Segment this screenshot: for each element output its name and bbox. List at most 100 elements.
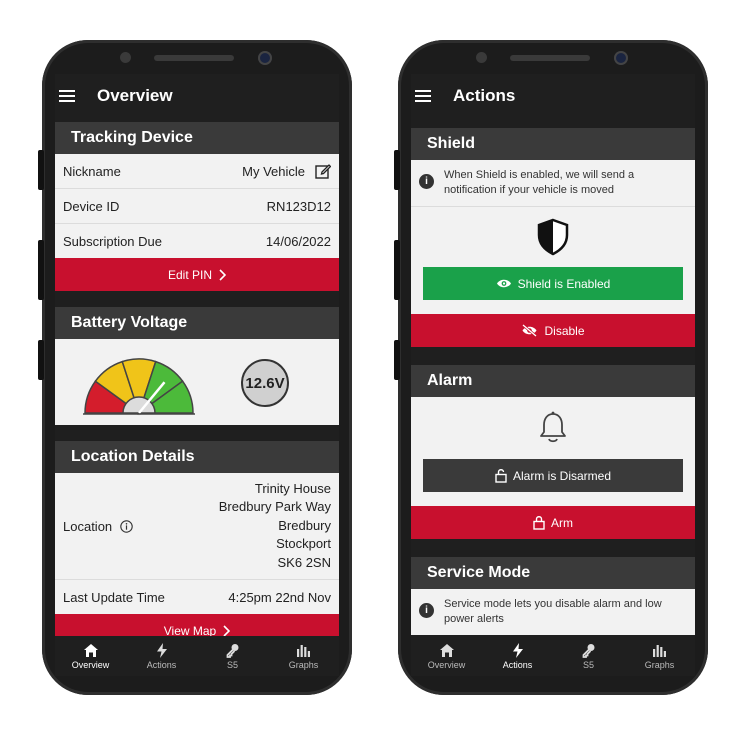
battery-panel: 12.6V xyxy=(55,339,339,425)
shield-card: Shield i When Shield is enabled, we will… xyxy=(411,128,695,347)
nav-label: S5 xyxy=(226,659,238,670)
shield-info-text: When Shield is enabled, we will send a n… xyxy=(444,169,635,196)
nav-label: Overview xyxy=(427,659,466,670)
volume-down-button xyxy=(394,240,400,300)
bar-chart-icon xyxy=(653,644,666,657)
shield-info: i When Shield is enabled, we will send a… xyxy=(411,160,695,207)
address-line: Bredbury Park Way xyxy=(218,499,331,515)
phone-actions: Actions Shield i When Shield is enabled,… xyxy=(394,40,708,695)
arm-label: Arm xyxy=(551,515,573,530)
side-button xyxy=(394,340,400,380)
nav-label: Overview xyxy=(71,659,110,670)
front-camera-lens xyxy=(258,51,272,65)
front-camera-lens xyxy=(614,51,628,65)
menu-icon[interactable] xyxy=(415,90,431,102)
info-icon: i xyxy=(419,603,434,618)
home-icon xyxy=(83,643,98,657)
disable-shield-button[interactable]: Disable xyxy=(411,314,695,347)
shield-icon-area xyxy=(411,207,695,267)
eye-off-icon xyxy=(522,324,538,337)
actions-screen: Actions Shield i When Shield is enabled,… xyxy=(411,74,695,676)
card-header: Location Details xyxy=(55,441,339,473)
card-header: Service Mode xyxy=(411,557,695,589)
nav-graphs[interactable]: Graphs xyxy=(624,636,695,676)
arm-alarm-button[interactable]: Arm xyxy=(411,506,695,539)
alarm-icon-area xyxy=(411,397,695,459)
battery-voltage-card: Battery Voltage 12.6V xyxy=(55,307,339,425)
voltage-readout: 12.6V xyxy=(241,359,289,407)
lock-icon xyxy=(533,516,545,530)
speaker-grille xyxy=(510,55,590,61)
volume-up-button xyxy=(394,150,400,190)
edit-icon[interactable] xyxy=(315,163,331,179)
side-button xyxy=(38,340,44,380)
location-row: Location Trinity House Bredbury Park Way… xyxy=(55,473,339,580)
voltage-gauge xyxy=(83,358,195,416)
key-icon xyxy=(226,643,238,658)
nav-overview[interactable]: Overview xyxy=(411,636,482,676)
edit-pin-button[interactable]: Edit PIN xyxy=(55,258,339,291)
nav-s5[interactable]: S5 xyxy=(553,636,624,676)
location-address: Trinity House Bredbury Park Way Bredbury… xyxy=(219,480,331,573)
alarm-status-button[interactable]: Alarm is Disarmed xyxy=(423,459,683,492)
nav-actions[interactable]: Actions xyxy=(482,636,553,676)
speaker-grille xyxy=(154,55,234,61)
nav-s5[interactable]: S5 xyxy=(197,636,268,676)
address-line: Bredbury xyxy=(278,517,331,533)
bell-icon xyxy=(540,411,566,443)
address-line: Trinity House xyxy=(254,480,331,496)
card-header: Battery Voltage xyxy=(55,307,339,339)
nickname-value: My Vehicle xyxy=(242,163,305,179)
location-details-card: Location Details Location Trinity House … xyxy=(55,441,339,647)
nav-actions[interactable]: Actions xyxy=(126,636,197,676)
service-panel: i Service mode lets you disable alarm an… xyxy=(411,589,695,635)
lightning-icon xyxy=(156,642,167,658)
nav-graphs[interactable]: Graphs xyxy=(268,636,339,676)
shield-status-label: Shield is Enabled xyxy=(517,276,611,291)
key-icon xyxy=(582,643,594,658)
card-header: Alarm xyxy=(411,365,695,397)
info-icon[interactable] xyxy=(120,519,133,533)
nav-overview[interactable]: Overview xyxy=(55,636,126,676)
device-id-row: Device ID RN123D12 xyxy=(55,189,339,224)
nav-label: Graphs xyxy=(288,659,319,670)
nav-label: Actions xyxy=(146,659,177,670)
alarm-status-label: Alarm is Disarmed xyxy=(512,468,611,483)
subscription-value: 14/06/2022 xyxy=(265,233,331,249)
lightning-icon xyxy=(512,642,523,658)
info-icon: i xyxy=(419,174,434,189)
last-update-row: Last Update Time 4:25pm 22nd Nov xyxy=(55,580,339,614)
subscription-label: Subscription Due xyxy=(63,233,162,249)
address-line: SK6 2SN xyxy=(277,554,331,570)
nickname-row: Nickname My Vehicle xyxy=(55,154,339,189)
shield-status-button[interactable]: Shield is Enabled xyxy=(423,267,683,300)
home-icon xyxy=(439,643,454,657)
app-bar: Overview xyxy=(55,74,339,118)
nav-label: Graphs xyxy=(644,659,675,670)
location-label: Location xyxy=(63,518,113,534)
shield-icon xyxy=(537,218,569,256)
overview-screen: Overview Tracking Device Nickname My Veh… xyxy=(55,74,339,676)
bottom-nav: Overview Actions S5 Graphs xyxy=(55,636,339,676)
card-header: Tracking Device xyxy=(55,122,339,154)
bar-chart-icon xyxy=(297,644,310,657)
alarm-panel: Alarm is Disarmed xyxy=(411,397,695,506)
menu-icon[interactable] xyxy=(59,90,75,102)
service-info: i Service mode lets you disable alarm an… xyxy=(411,589,695,635)
last-update-label: Last Update Time xyxy=(63,589,165,605)
voltage-value: 12.6V xyxy=(245,374,285,392)
service-mode-card: Service Mode i Service mode lets you dis… xyxy=(411,557,695,635)
disable-label: Disable xyxy=(544,323,585,338)
chevron-right-icon xyxy=(223,624,231,637)
edit-pin-label: Edit PIN xyxy=(167,267,212,282)
page-title: Overview xyxy=(97,86,173,105)
camera-dot xyxy=(120,52,131,63)
shield-panel: i When Shield is enabled, we will send a… xyxy=(411,160,695,314)
unlock-icon xyxy=(495,469,507,483)
nickname-label: Nickname xyxy=(63,163,121,179)
service-info-text: Service mode lets you disable alarm and … xyxy=(444,598,662,625)
chevron-right-icon xyxy=(219,268,226,281)
card-header: Shield xyxy=(411,128,695,160)
app-bar: Actions xyxy=(411,74,695,118)
eye-icon xyxy=(496,279,511,288)
